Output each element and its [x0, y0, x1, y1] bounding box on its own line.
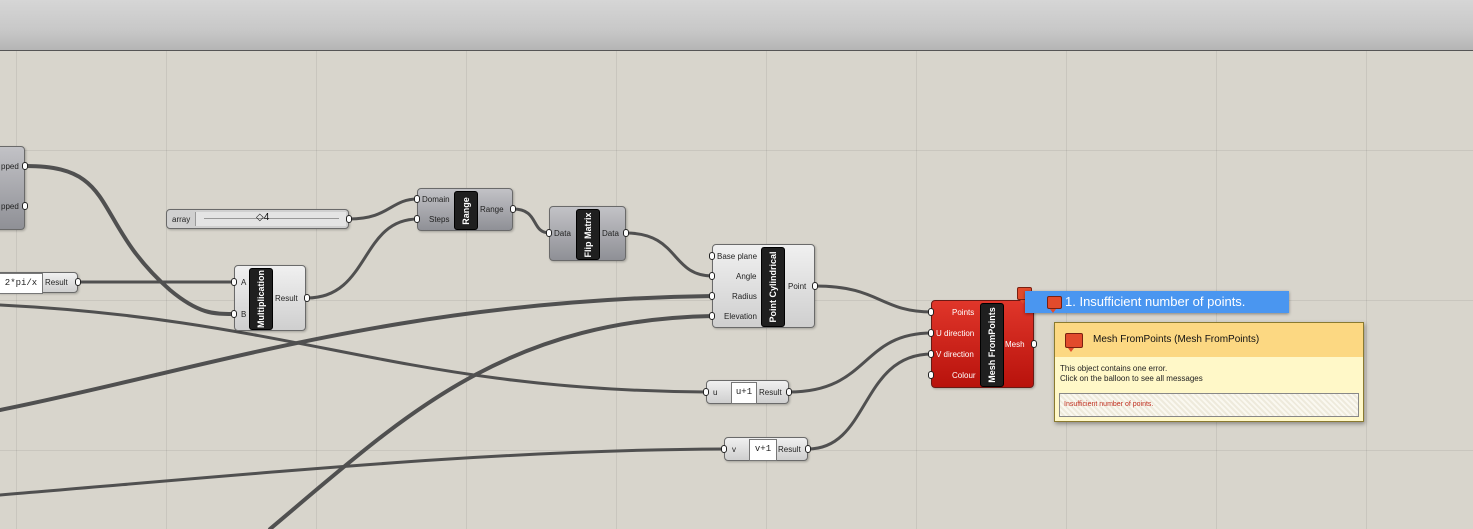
info-line-2: Click on the balloon to see all messages: [1060, 374, 1203, 383]
input-label: Base plane: [717, 252, 758, 261]
input-label: Points: [952, 308, 975, 317]
input-grip[interactable]: [709, 292, 715, 300]
expression-box[interactable]: v+1: [749, 439, 777, 461]
input-grip[interactable]: [928, 308, 934, 316]
wire: [624, 231, 715, 278]
output-label: Mesh: [1005, 340, 1025, 349]
output-label: pped: [1, 202, 19, 211]
wire: [813, 284, 934, 314]
component-nickname: Range: [454, 191, 478, 230]
wire: [511, 207, 552, 235]
input-grip[interactable]: [928, 329, 934, 337]
info-message-box: Insufficient number of points.: [1059, 393, 1359, 417]
wire: [0, 447, 726, 497]
output-grip[interactable]: [623, 229, 629, 237]
error-message-bar[interactable]: 1. Insufficient number of points.: [1025, 291, 1289, 313]
input-label: Angle: [736, 272, 757, 281]
component-nickname: Flip Matrix: [576, 209, 600, 260]
slider-value[interactable]: ◇4: [256, 212, 269, 223]
input-grip[interactable]: [709, 272, 715, 280]
input-label: Colour: [952, 371, 976, 380]
output-label: Result: [759, 388, 782, 397]
output-grip[interactable]: [22, 202, 28, 210]
wire: [0, 303, 708, 394]
range-component[interactable]: Domain Steps Range Range: [417, 188, 513, 231]
flip-matrix-component[interactable]: Data Flip Matrix Data: [549, 206, 626, 261]
input-grip[interactable]: [414, 195, 420, 203]
output-label: Result: [778, 445, 801, 454]
slider-label: array: [172, 215, 191, 224]
input-grip[interactable]: [721, 445, 727, 453]
input-label: U direction: [936, 329, 975, 338]
wire: [787, 331, 934, 394]
slider-ticks: [204, 218, 339, 219]
component-nickname: Multiplication: [249, 268, 273, 330]
number-slider[interactable]: array ◇4: [166, 209, 349, 229]
input-grip[interactable]: [709, 312, 715, 320]
output-grip[interactable]: [805, 445, 811, 453]
output-label: Result: [45, 278, 68, 287]
wire: [806, 352, 934, 451]
wire: [347, 197, 420, 221]
component-info-tooltip: Mesh FromPoints (Mesh FromPoints) This o…: [1054, 322, 1364, 422]
output-label: Point: [788, 282, 807, 291]
info-message-text: Insufficient number of points.: [1064, 401, 1154, 408]
input-label: Domain: [422, 195, 450, 204]
output-grip[interactable]: [75, 278, 81, 286]
input-label: A: [241, 278, 247, 287]
output-grip[interactable]: [22, 162, 28, 170]
info-header: Mesh FromPoints (Mesh FromPoints): [1055, 323, 1363, 357]
wire: [305, 217, 420, 300]
slider-track[interactable]: ◇4: [195, 212, 346, 226]
expression-v-component[interactable]: v v+1 Result: [724, 437, 808, 461]
info-title: Mesh FromPoints (Mesh FromPoints): [1093, 334, 1260, 345]
component-nickname: Mesh FromPoints: [980, 303, 1004, 387]
error-balloon-icon: [1047, 296, 1062, 313]
input-label: u: [713, 388, 718, 397]
input-grip[interactable]: [546, 229, 552, 237]
input-grip[interactable]: [928, 371, 934, 379]
output-label: Range: [480, 205, 504, 214]
output-grip[interactable]: [812, 282, 818, 290]
info-line-1: This object contains one error.: [1060, 364, 1168, 373]
input-label: Data: [554, 229, 571, 238]
output-label: Result: [275, 294, 298, 303]
input-label: V direction: [936, 350, 974, 359]
left-component[interactable]: pped pped: [0, 146, 25, 230]
input-grip[interactable]: [928, 350, 934, 358]
input-grip[interactable]: [231, 310, 237, 318]
point-cylindrical-component[interactable]: Base plane Angle Radius Elevation Point …: [712, 244, 815, 328]
output-grip[interactable]: [1031, 340, 1037, 348]
multiplication-component[interactable]: A B Multiplication Result: [234, 265, 306, 331]
input-label: v: [732, 445, 736, 454]
expression-u-component[interactable]: u u+1 Result: [706, 380, 789, 404]
output-grip[interactable]: [304, 294, 310, 302]
component-nickname: Point Cylindrical: [761, 247, 785, 327]
input-grip[interactable]: [231, 278, 237, 286]
error-message-text: 1. Insufficient number of points.: [1065, 294, 1246, 309]
output-label: pped: [1, 162, 19, 171]
output-label: Data: [602, 229, 619, 238]
output-grip[interactable]: [786, 388, 792, 396]
wire: [268, 314, 715, 529]
input-grip[interactable]: [703, 388, 709, 396]
input-label: B: [241, 310, 247, 319]
input-grip[interactable]: [709, 252, 715, 260]
input-label: Steps: [429, 215, 450, 224]
error-balloon-icon: [1065, 333, 1083, 352]
expression-component[interactable]: 2*pi/x Result: [0, 272, 78, 294]
input-label: Elevation: [724, 312, 757, 321]
input-label: Radius: [732, 292, 757, 301]
input-grip[interactable]: [414, 215, 420, 223]
mesh-frompoints-component[interactable]: Points U direction V direction Colour Me…: [931, 300, 1034, 388]
output-grip[interactable]: [510, 205, 516, 213]
expression-box[interactable]: 2*pi/x: [0, 273, 43, 294]
output-grip[interactable]: [346, 215, 352, 223]
expression-box[interactable]: u+1: [731, 382, 757, 404]
